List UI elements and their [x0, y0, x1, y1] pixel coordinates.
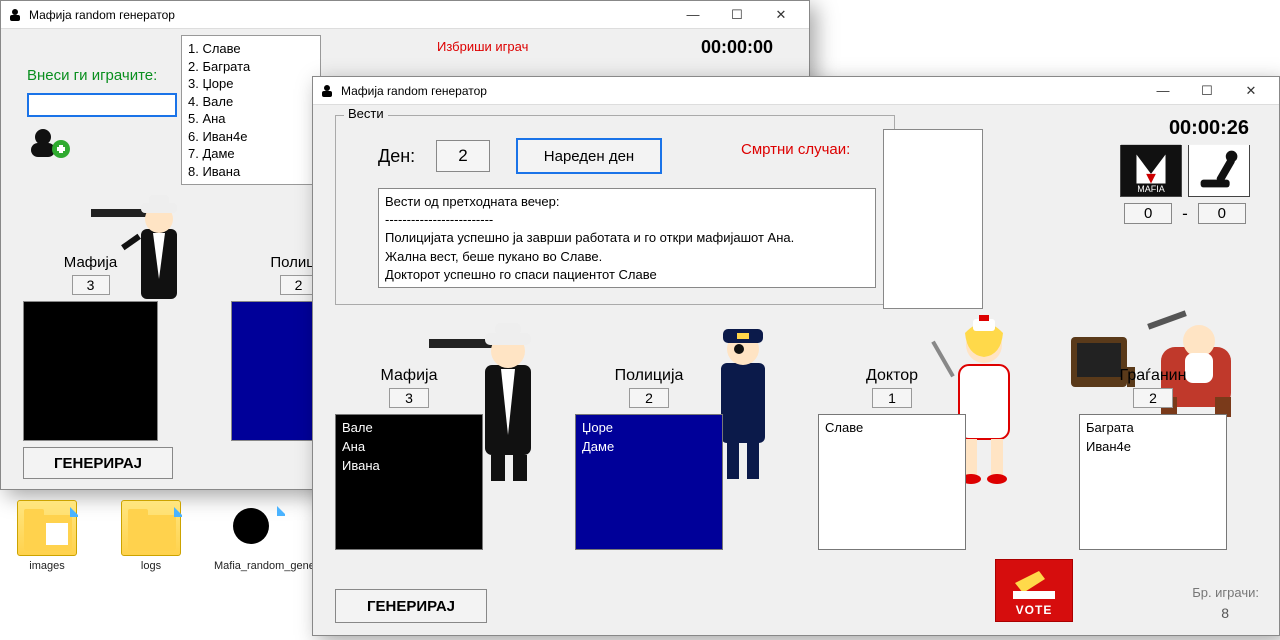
next-day-button[interactable]: Нареден ден — [516, 138, 662, 174]
citizen-role-panel: Граѓанин 2 Баграта Иван4е — [1079, 367, 1227, 550]
mafia-score-icon: MAFIA — [1120, 145, 1182, 197]
icon-label: images — [29, 560, 64, 572]
generate-button[interactable]: ГЕНЕРИРАЈ — [23, 447, 173, 479]
citizen-label: Граѓанин — [1079, 367, 1227, 385]
maximize-button[interactable]: ☐ — [1185, 77, 1229, 105]
window-title: Мафија random генератор — [29, 8, 175, 22]
add-player-icon[interactable] — [29, 127, 71, 161]
score-panel: MAFIA 0 - 0 — [1115, 145, 1255, 224]
close-button[interactable]: ✕ — [1229, 77, 1273, 105]
folder-images[interactable]: images — [6, 500, 88, 572]
deaths-listbox[interactable] — [883, 129, 983, 309]
delete-player-link[interactable]: Избриши играч — [437, 39, 528, 54]
player-count-label: Бр. играчи: — [1192, 585, 1259, 600]
police-count[interactable]: 2 — [629, 388, 669, 408]
generate-button[interactable]: ГЕНЕРИРАЈ — [335, 589, 487, 623]
mafia-members-box — [23, 301, 158, 441]
vote-button[interactable]: VOTE — [995, 559, 1073, 622]
justice-score-icon — [1188, 145, 1250, 197]
day-label: Ден: — [378, 146, 415, 167]
player-name-input[interactable] — [27, 93, 177, 117]
vote-label: VOTE — [1016, 603, 1053, 617]
window-titlebar[interactable]: Мафија random генератор — ☐ ✕ — [313, 77, 1279, 105]
timer-display: 00:00:00 — [701, 37, 773, 58]
folder-icon — [122, 501, 182, 557]
mafia-members-box[interactable]: Вале Ана Ивана — [335, 414, 483, 550]
timer-display: 00:00:26 — [1169, 117, 1249, 140]
window-title: Мафија random генератор — [341, 84, 487, 98]
app-icon — [7, 7, 23, 23]
mafia-count[interactable]: 3 — [72, 275, 110, 295]
doctor-members-box[interactable]: Славе — [818, 414, 966, 550]
vote-icon — [1009, 569, 1059, 603]
mafia-role-panel: Мафија 3 — [23, 254, 158, 441]
mafia-score: 0 — [1124, 203, 1172, 224]
police-members-box[interactable]: Џоре Даме — [575, 414, 723, 550]
day-value[interactable]: 2 — [436, 140, 490, 172]
player-list[interactable]: 1. Славе 2. Баграта 3. Џоре 4. Вале 5. А… — [181, 35, 321, 185]
minimize-button[interactable]: — — [1141, 77, 1185, 105]
exe-icon — [225, 500, 285, 556]
citizen-count[interactable]: 2 — [1133, 388, 1173, 408]
doctor-label: Доктор — [818, 367, 966, 385]
news-textbox[interactable]: Вести од претходната вечер: ------------… — [378, 188, 876, 288]
exe-file[interactable]: Mafia_random_generator.exe — [214, 500, 296, 572]
folder-icon — [18, 501, 78, 557]
foreground-window: Мафија random генератор — ☐ ✕ Вести Ден:… — [312, 76, 1280, 636]
mafia-count[interactable]: 3 — [389, 388, 429, 408]
mafia-role-panel: Мафија 3 Вале Ана Ивана — [335, 367, 483, 550]
minimize-button[interactable]: — — [671, 1, 715, 29]
folder-logs[interactable]: logs — [110, 500, 192, 572]
news-legend: Вести — [344, 106, 388, 121]
enter-players-label: Внеси ги играчите: — [27, 67, 157, 84]
doctor-count[interactable]: 1 — [872, 388, 912, 408]
score-separator: - — [1182, 204, 1188, 224]
citizen-score: 0 — [1198, 203, 1246, 224]
window-titlebar[interactable]: Мафија random генератор — ☐ ✕ — [1, 1, 809, 29]
citizen-members-box[interactable]: Баграта Иван4е — [1079, 414, 1227, 550]
police-label: Полиција — [575, 367, 723, 385]
icon-label: logs — [141, 560, 161, 572]
deaths-label: Смртни случаи: — [741, 141, 850, 158]
mafia-label: Мафија — [335, 367, 483, 385]
close-button[interactable]: ✕ — [759, 1, 803, 29]
app-icon — [319, 83, 335, 99]
police-role-panel: Полиција 2 Џоре Даме — [575, 367, 723, 550]
mafia-label: Мафија — [23, 254, 158, 271]
player-count-value: 8 — [1221, 605, 1229, 621]
doctor-role-panel: Доктор 1 Славе — [818, 367, 966, 550]
maximize-button[interactable]: ☐ — [715, 1, 759, 29]
